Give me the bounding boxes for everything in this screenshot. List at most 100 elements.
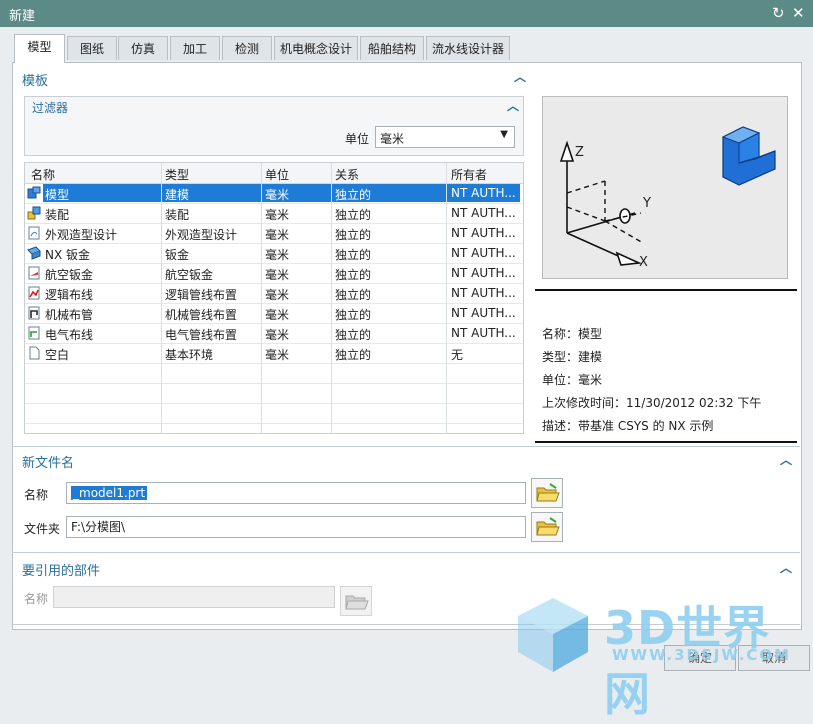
table-row[interactable]: 逻辑布线 逻辑管线布置 毫米 独立的 NT AUTH...: [25, 283, 523, 303]
file-name-input[interactable]: _model1.prt: [66, 482, 526, 504]
axis-x-label: X: [639, 255, 648, 270]
ref-name-label: 名称: [24, 592, 49, 606]
row-divider: [25, 223, 523, 224]
info-type: 类型：建模: [542, 350, 603, 364]
column-divider: [161, 163, 162, 433]
row-name: 装配: [45, 208, 70, 222]
axes-graphic: [559, 140, 642, 266]
ref-name-input: [53, 586, 335, 608]
row-owner: NT AUTH...: [451, 206, 516, 220]
unit-label: 单位: [345, 132, 370, 146]
chevron-up-icon[interactable]: ︿: [507, 97, 519, 114]
tab-manufacturing[interactable]: 加工: [170, 36, 220, 60]
info-modified: 上次修改时间：11/30/2012 02:32 下午: [542, 396, 762, 410]
watermark-cube-logo: [518, 598, 588, 672]
row-unit: 毫米: [265, 208, 290, 222]
datum-planes-graphic: [566, 180, 644, 244]
browse-name-button[interactable]: [531, 478, 563, 508]
sheet-metal-icon: [27, 246, 41, 260]
row-divider: [25, 263, 523, 264]
row-owner: NT AUTH...: [451, 226, 516, 240]
row-divider: [25, 383, 523, 384]
table-row[interactable]: 模型 建模 毫米 独立的 NT AUTH...: [25, 183, 523, 203]
row-name: 逻辑布线: [45, 288, 94, 302]
row-unit: 毫米: [265, 248, 290, 262]
chevron-down-icon: ▼: [500, 129, 508, 140]
tab-simulation[interactable]: 仿真: [118, 36, 168, 60]
row-unit: 毫米: [265, 288, 290, 302]
unit-select-value: 毫米: [380, 132, 405, 146]
table-row[interactable]: 电气布线 电气管线布置 毫米 独立的 NT AUTH...: [25, 323, 523, 343]
csys-preview-graphic: [559, 126, 776, 266]
table-row[interactable]: 空白 基本环境 毫米 独立的 无: [25, 343, 523, 363]
row-type: 逻辑管线布置: [165, 288, 238, 302]
column-header-unit[interactable]: 单位: [265, 166, 289, 183]
tab-mechatronics[interactable]: 机电概念设计: [274, 36, 358, 60]
watermark-url: WWW.3DSJW.COM: [612, 646, 792, 664]
row-type: 航空钣金: [165, 268, 214, 282]
row-owner: NT AUTH...: [451, 266, 516, 280]
column-header-owner[interactable]: 所有者: [451, 166, 487, 183]
shape-studio-icon: [28, 226, 40, 240]
aero-sheet-metal-icon: [28, 266, 40, 280]
folder-icon: [345, 595, 369, 610]
row-divider: [25, 363, 523, 364]
logic-routing-icon: [28, 286, 40, 300]
column-header-type[interactable]: 类型: [165, 166, 189, 183]
row-relation: 独立的: [335, 288, 372, 302]
table-header: 名称 类型 单位 关系 所有者: [25, 163, 523, 184]
row-relation: 独立的: [335, 308, 372, 322]
tab-model[interactable]: 模型: [14, 34, 65, 63]
row-unit: 毫米: [265, 348, 290, 362]
tab-ship-structure[interactable]: 船舶结构: [360, 36, 424, 60]
chevron-up-icon[interactable]: ︿: [780, 451, 792, 468]
column-header-name[interactable]: 名称: [31, 166, 55, 183]
row-name: 外观造型设计: [45, 228, 118, 242]
unit-select[interactable]: 毫米 ▼: [375, 126, 515, 148]
row-owner: 无: [451, 348, 464, 362]
chevron-up-icon[interactable]: ︿: [514, 68, 526, 85]
row-type: 钣金: [165, 248, 190, 262]
tab-drawing[interactable]: 图纸: [67, 36, 117, 60]
column-header-relation[interactable]: 关系: [335, 166, 359, 183]
row-type: 外观造型设计: [165, 228, 238, 242]
close-icon[interactable]: ✕: [792, 4, 805, 22]
row-divider: [25, 423, 523, 424]
elec-routing-icon: [28, 326, 40, 340]
axis-z-label: Z: [575, 145, 584, 160]
axis-y-label: Y: [643, 196, 651, 211]
chevron-up-icon[interactable]: ︿: [780, 559, 792, 576]
model-icon: [27, 186, 41, 199]
title-bar: 新建 ↻ ✕: [0, 0, 813, 27]
folder-input[interactable]: F:\分模图\: [66, 516, 526, 538]
folder-label: 文件夹: [24, 522, 61, 536]
browse-folder-button[interactable]: [531, 512, 563, 542]
row-unit: 毫米: [265, 308, 290, 322]
tab-inspection[interactable]: 检测: [222, 36, 272, 60]
table-row[interactable]: 航空钣金 航空钣金 毫米 独立的 NT AUTH...: [25, 263, 523, 283]
row-name: 电气布线: [45, 328, 94, 342]
row-relation: 独立的: [335, 268, 372, 282]
row-relation: 独立的: [335, 248, 372, 262]
table-row[interactable]: 装配 装配 毫米 独立的 NT AUTH...: [25, 203, 523, 223]
table-row[interactable]: 外观造型设计 外观造型设计 毫米 独立的 NT AUTH...: [25, 223, 523, 243]
filter-title: 过滤器: [32, 101, 69, 115]
table-row[interactable]: NX 钣金 钣金 毫米 独立的 NT AUTH...: [25, 243, 523, 263]
refs-section-title: 要引用的部件: [22, 564, 101, 579]
row-divider: [25, 343, 523, 344]
table-row[interactable]: 机械布管 机械管线布置 毫米 独立的 NT AUTH...: [25, 303, 523, 323]
file-name-value: _model1.prt: [71, 486, 148, 500]
divider-bar: [535, 289, 797, 291]
row-type: 电气管线布置: [165, 328, 238, 342]
row-relation: 独立的: [335, 228, 372, 242]
row-type: 机械管线布置: [165, 308, 238, 322]
divider-bar: [535, 441, 797, 443]
info-unit: 单位：毫米: [542, 373, 603, 387]
tab-line-designer[interactable]: 流水线设计器: [426, 36, 510, 60]
mech-routing-icon: [28, 306, 40, 320]
refresh-icon[interactable]: ↻: [772, 4, 785, 22]
info-description: 描述：带基准 CSYS 的 NX 示例: [542, 419, 714, 433]
folder-icon: [536, 483, 560, 502]
row-relation: 独立的: [335, 328, 372, 342]
row-name: 空白: [45, 348, 70, 362]
